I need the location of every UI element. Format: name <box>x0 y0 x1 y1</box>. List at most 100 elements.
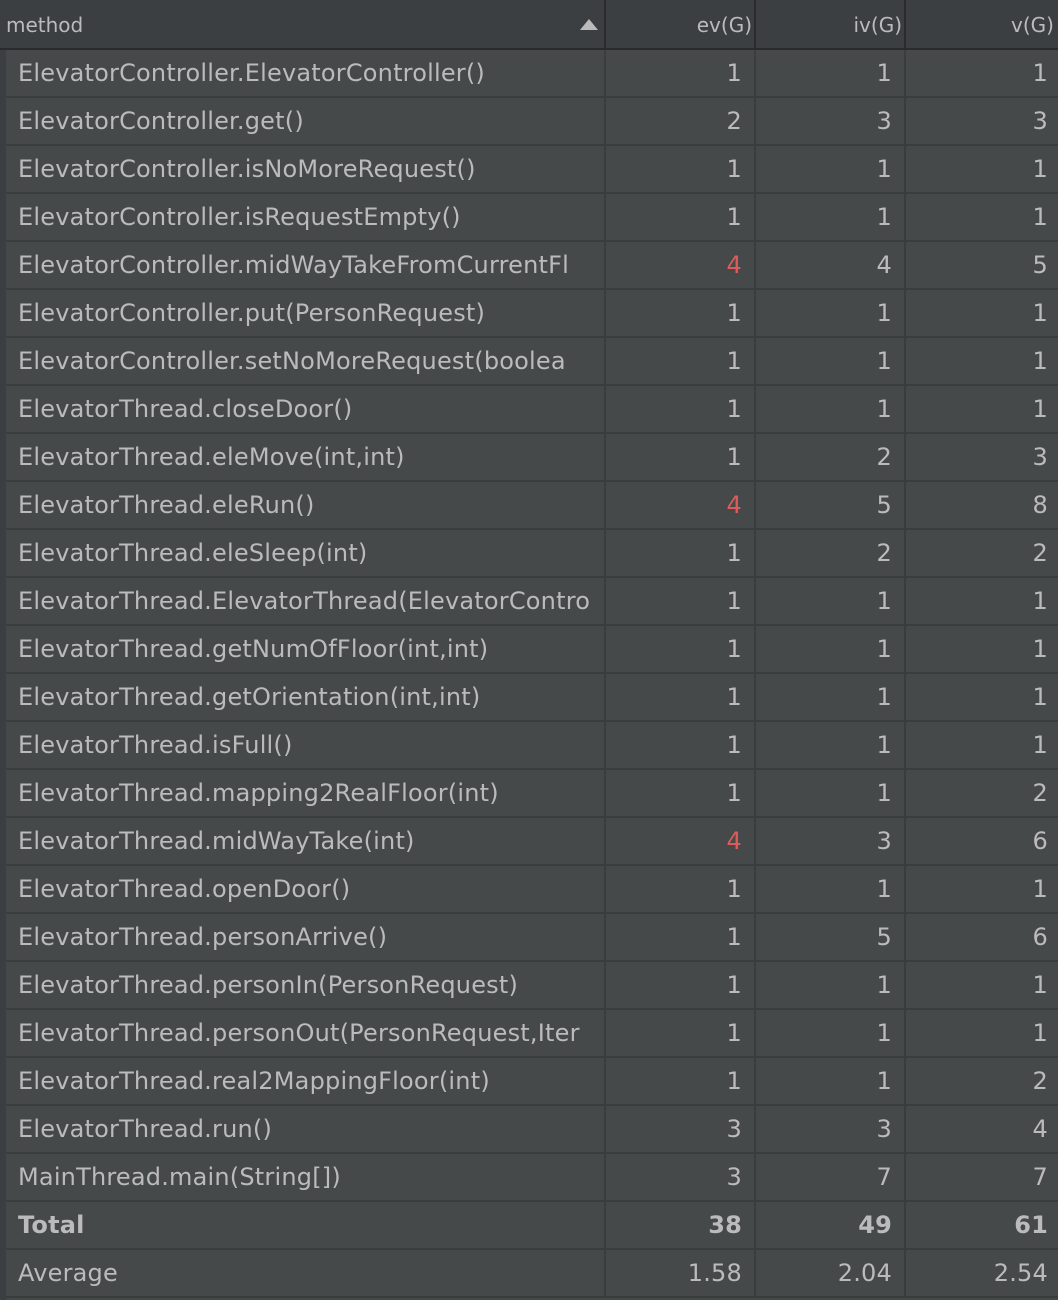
ev-cell: 1 <box>606 626 756 674</box>
v-cell: 2 <box>1032 779 1048 807</box>
iv-cell: 3 <box>756 818 906 866</box>
table-row[interactable]: ElevatorThread.eleRun() 4 5 8 <box>6 482 1058 530</box>
table-row[interactable]: ElevatorThread.personArrive() 1 5 6 <box>6 914 1058 962</box>
v-cell: 1 <box>1032 635 1048 663</box>
method-cell: ElevatorThread.eleRun() <box>6 482 606 530</box>
method-cell: Total <box>6 1202 606 1250</box>
v-cell: 1 <box>1032 587 1048 615</box>
table-row[interactable]: ElevatorThread.personOut(PersonRequest,I… <box>6 1010 1058 1058</box>
ev-cell: 3 <box>606 1154 756 1202</box>
table-row[interactable]: ElevatorThread.midWayTake(int) 4 3 6 <box>6 818 1058 866</box>
column-header-v[interactable]: v(G) <box>906 0 1058 50</box>
ev-cell: 1 <box>606 1010 756 1058</box>
metrics-table: method ev(G) iv(G) v(G) ElevatorControll… <box>0 0 1058 1300</box>
v-cell: 1 <box>1032 1019 1048 1047</box>
table-row[interactable]: ElevatorThread.closeDoor() 1 1 1 <box>6 386 1058 434</box>
ev-cell: 1 <box>606 770 756 818</box>
method-cell: ElevatorThread.eleMove(int,int) <box>6 434 606 482</box>
ev-cell: 1 <box>606 290 756 338</box>
method-cell: ElevatorController.get() <box>6 98 606 146</box>
iv-cell: 1 <box>756 338 906 386</box>
v-cell: 1 <box>1032 971 1048 999</box>
table-row[interactable]: ElevatorThread.isFull() 1 1 1 <box>6 722 1058 770</box>
method-cell: ElevatorController.isNoMoreRequest() <box>6 146 606 194</box>
ev-cell: 1 <box>606 722 756 770</box>
v-cell: 1 <box>1032 155 1048 183</box>
iv-cell: 1 <box>756 578 906 626</box>
table-row[interactable]: ElevatorThread.getNumOfFloor(int,int) 1 1 1 <box>6 626 1058 674</box>
table-row[interactable]: ElevatorController.put(PersonRequest) 1 1 1 <box>6 290 1058 338</box>
ev-cell: 1.58 <box>606 1250 756 1298</box>
ev-cell: 1 <box>606 50 756 98</box>
column-header-method[interactable]: method <box>0 0 606 50</box>
method-cell: ElevatorController.midWayTakeFromCurrent… <box>6 242 606 290</box>
table-row[interactable]: ElevatorThread.real2MappingFloor(int) 1 1 2 <box>6 1058 1058 1106</box>
iv-cell: 1 <box>756 386 906 434</box>
method-cell: ElevatorThread.run() <box>6 1106 606 1154</box>
v-cell: 6 <box>1032 827 1048 855</box>
table-row[interactable]: ElevatorThread.run() 3 3 4 <box>6 1106 1058 1154</box>
average-row[interactable]: Average 1.58 2.04 2.54 <box>6 1250 1058 1298</box>
table-row[interactable]: ElevatorThread.personIn(PersonRequest) 1 1… <box>6 962 1058 1010</box>
table-row[interactable]: ElevatorThread.ElevatorThread(ElevatorCo… <box>6 578 1058 626</box>
table-header: method ev(G) iv(G) v(G) <box>0 0 1058 50</box>
sort-ascending-icon[interactable] <box>580 19 598 30</box>
method-cell: ElevatorController.put(PersonRequest) <box>6 290 606 338</box>
iv-cell: 2.04 <box>756 1250 906 1298</box>
ev-cell: 38 <box>606 1202 756 1250</box>
v-cell: 1 <box>1032 59 1048 87</box>
table-row[interactable]: ElevatorController.isRequestEmpty() 1 1 1 <box>6 194 1058 242</box>
v-cell: 5 <box>1032 251 1048 279</box>
table-row[interactable]: ElevatorThread.getOrientation(int,int) 1 1… <box>6 674 1058 722</box>
iv-cell: 49 <box>756 1202 906 1250</box>
method-cell: ElevatorThread.openDoor() <box>6 866 606 914</box>
v-cell: 3 <box>1032 443 1048 471</box>
v-cell: 7 <box>1032 1163 1048 1191</box>
iv-cell: 5 <box>756 482 906 530</box>
iv-cell: 1 <box>756 1010 906 1058</box>
table-body: ElevatorController.ElevatorController() 1… <box>6 50 1058 1300</box>
v-cell: 2 <box>1032 1067 1048 1095</box>
iv-cell: 1 <box>756 194 906 242</box>
method-cell: ElevatorThread.closeDoor() <box>6 386 606 434</box>
table-row[interactable]: ElevatorController.midWayTakeFromCurrent… <box>6 242 1058 290</box>
ev-cell: 4 <box>606 818 756 866</box>
table-row[interactable]: ElevatorThread.eleMove(int,int) 1 2 3 <box>6 434 1058 482</box>
iv-cell: 1 <box>756 770 906 818</box>
table-row[interactable]: ElevatorController.setNoMoreRequest(bool… <box>6 338 1058 386</box>
total-row[interactable]: Total 38 49 61 <box>6 1202 1058 1250</box>
iv-cell: 1 <box>756 722 906 770</box>
table-row[interactable]: ElevatorController.ElevatorController() 1… <box>6 50 1058 98</box>
method-cell: ElevatorController.isRequestEmpty() <box>6 194 606 242</box>
method-cell: ElevatorThread.eleSleep(int) <box>6 530 606 578</box>
column-header-ev[interactable]: ev(G) <box>606 0 756 50</box>
v-cell: 2.54 <box>993 1259 1048 1287</box>
table-row[interactable]: ElevatorController.isNoMoreRequest() 1 1 1 <box>6 146 1058 194</box>
method-cell: ElevatorThread.isFull() <box>6 722 606 770</box>
ev-cell: 1 <box>606 338 756 386</box>
iv-cell: 1 <box>756 146 906 194</box>
ev-cell: 1 <box>606 386 756 434</box>
table-row[interactable]: ElevatorThread.mapping2RealFloor(int) 1 1 2 <box>6 770 1058 818</box>
v-cell: 1 <box>1032 683 1048 711</box>
v-cell: 2 <box>1032 539 1048 567</box>
column-header-iv[interactable]: iv(G) <box>756 0 906 50</box>
method-cell: ElevatorThread.personOut(PersonRequest,I… <box>6 1010 606 1058</box>
ev-cell: 3 <box>606 1106 756 1154</box>
v-cell: 61 <box>1014 1211 1048 1239</box>
method-cell: ElevatorThread.ElevatorThread(ElevatorCo… <box>6 578 606 626</box>
iv-cell: 7 <box>756 1154 906 1202</box>
method-cell: ElevatorController.ElevatorController() <box>6 50 606 98</box>
ev-cell: 2 <box>606 98 756 146</box>
iv-cell: 1 <box>756 626 906 674</box>
iv-cell: 1 <box>756 290 906 338</box>
table-row[interactable]: ElevatorController.get() 2 3 3 <box>6 98 1058 146</box>
table-row[interactable]: ElevatorThread.openDoor() 1 1 1 <box>6 866 1058 914</box>
table-row[interactable]: MainThread.main(String[]) 3 7 7 <box>6 1154 1058 1202</box>
v-cell: 1 <box>1032 875 1048 903</box>
method-cell: ElevatorThread.getOrientation(int,int) <box>6 674 606 722</box>
method-cell: ElevatorThread.personIn(PersonRequest) <box>6 962 606 1010</box>
table-row[interactable]: ElevatorThread.eleSleep(int) 1 2 2 <box>6 530 1058 578</box>
ev-cell: 1 <box>606 674 756 722</box>
ev-cell: 1 <box>606 146 756 194</box>
